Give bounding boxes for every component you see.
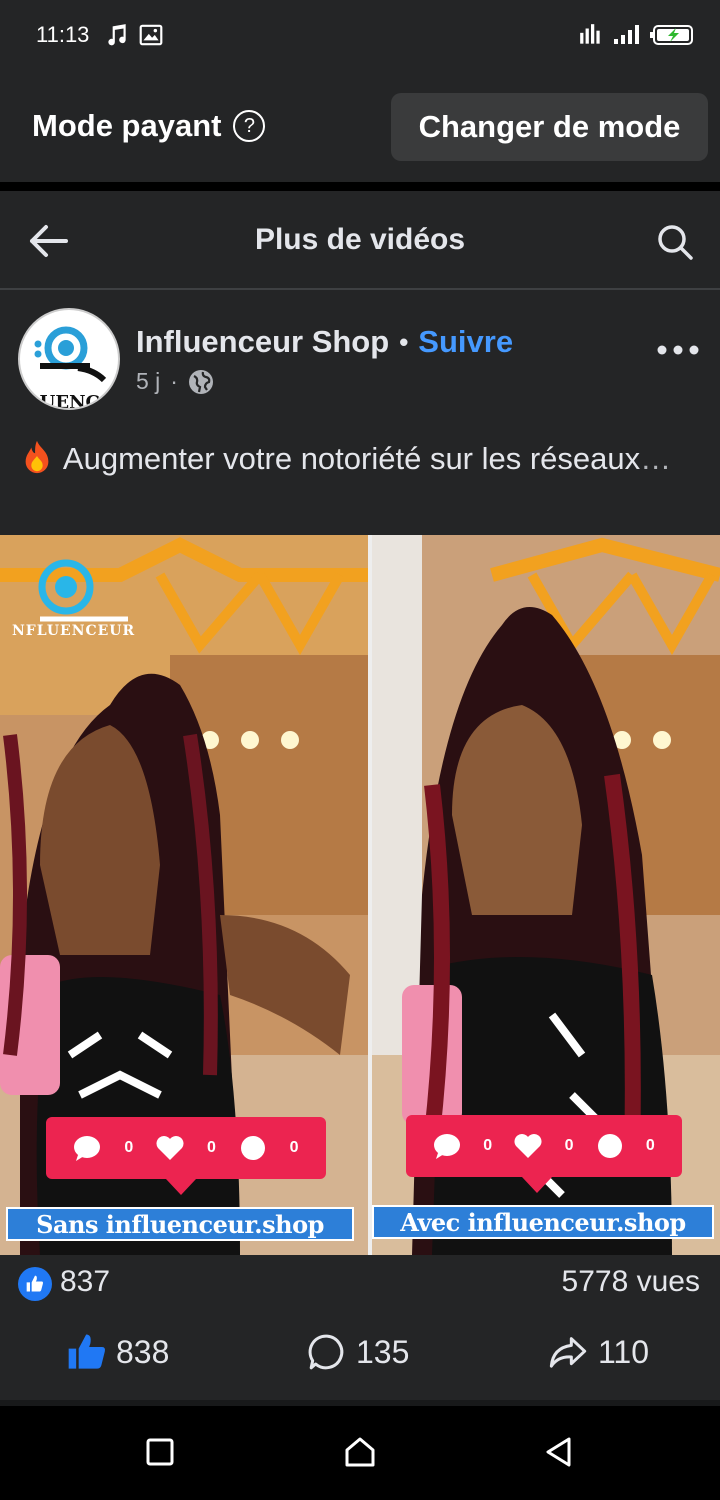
follow-button[interactable]: Suivre	[418, 324, 513, 360]
reaction-card-pointer	[166, 1179, 196, 1195]
comment-button[interactable]: 135	[306, 1332, 409, 1372]
recents-icon[interactable]	[142, 1434, 178, 1470]
view-count: 5778 vues	[561, 1265, 700, 1298]
help-icon[interactable]: ?	[233, 110, 266, 142]
music-note-icon	[108, 24, 126, 46]
page-title: Plus de vidéos	[254, 223, 466, 256]
globe-icon	[188, 369, 213, 394]
see-more[interactable]: …	[640, 441, 671, 476]
status-time: 11:13	[36, 22, 90, 47]
cell-signal-icon	[614, 25, 639, 44]
reaction-count: 0	[124, 1139, 134, 1156]
change-mode-button[interactable]: Changer de mode	[391, 93, 708, 161]
battery-icon	[650, 25, 693, 45]
reaction-card-right: 0 0 0	[406, 1115, 682, 1177]
comment-bubble-icon	[74, 1136, 101, 1161]
reaction-card-left: 0 0 0	[46, 1117, 326, 1179]
author-line: Influenceur Shop • Suivre	[136, 324, 513, 360]
video-panel-left: NFLUENCEUR 0 0 0 Sans influenceur.shop	[0, 535, 368, 1255]
like-reaction-icon	[18, 1267, 52, 1301]
status-bar: 11:13	[0, 0, 720, 72]
like-count: 838	[116, 1333, 170, 1370]
data-signal-icon	[580, 24, 600, 44]
search-icon[interactable]	[656, 223, 694, 261]
stats-row: 837 5778 vues	[0, 1255, 720, 1315]
caption-left: Sans influenceur.shop	[6, 1207, 354, 1241]
share-button[interactable]: 110	[546, 1332, 649, 1372]
avatar-text: LUENC	[28, 392, 100, 410]
image-icon	[139, 24, 163, 46]
nav-bar: Plus de vidéos	[0, 191, 720, 290]
author-name[interactable]: Influenceur Shop	[136, 324, 389, 360]
video-logo-text: NFLUENCEUR	[12, 623, 136, 639]
user-circle-icon	[597, 1134, 622, 1158]
back-triangle-icon[interactable]	[540, 1434, 576, 1470]
caption-right: Avec influenceur.shop	[372, 1205, 714, 1239]
reaction-count: 0	[289, 1139, 299, 1156]
reaction-count: 0	[206, 1139, 216, 1156]
share-count: 110	[598, 1333, 650, 1370]
post-text-body: Augmenter votre notoriété sur les réseau…	[62, 441, 641, 476]
reaction-card-pointer	[522, 1177, 552, 1193]
heart-icon	[514, 1134, 542, 1158]
avatar[interactable]: LUENC	[18, 308, 120, 410]
video-panel-right: 0 0 0 Avec influenceur.shop	[372, 535, 720, 1255]
post: LUENC Influenceur Shop • Suivre 5 j · Au…	[0, 290, 720, 1400]
mode-title-text: Mode payant	[32, 108, 222, 143]
reaction-count: 0	[564, 1137, 574, 1154]
comment-bubble-icon	[434, 1134, 461, 1159]
comment-count: 135	[356, 1333, 410, 1370]
comment-icon	[308, 1334, 344, 1370]
like-button[interactable]: 838	[66, 1332, 169, 1372]
reaction-count: 0	[483, 1137, 493, 1154]
actions-row: 838 135 110	[0, 1320, 720, 1390]
thumbs-up-icon	[68, 1334, 105, 1369]
reaction-count: 0	[645, 1137, 655, 1154]
user-circle-icon	[240, 1136, 265, 1160]
post-text: Augmenter votre notoriété sur les réseau…	[18, 438, 698, 479]
divider	[0, 182, 720, 191]
more-options-icon[interactable]	[656, 342, 700, 358]
mode-title: Mode payant ?	[32, 108, 266, 144]
system-nav-bar	[0, 1406, 720, 1500]
heart-icon	[156, 1136, 184, 1160]
fire-icon	[25, 440, 49, 474]
video-player[interactable]: NFLUENCEUR 0 0 0 Sans influenceur.shop 0…	[0, 535, 720, 1255]
meta-dot: ·	[170, 368, 178, 394]
mode-bar: Mode payant ? Changer de mode	[0, 72, 720, 182]
separator-dot: •	[399, 326, 409, 357]
post-meta: 5 j ·	[136, 368, 214, 395]
share-icon	[549, 1337, 587, 1368]
post-time: 5 j	[136, 368, 161, 394]
reaction-count-total[interactable]: 837	[60, 1265, 110, 1299]
home-icon[interactable]	[342, 1434, 378, 1470]
